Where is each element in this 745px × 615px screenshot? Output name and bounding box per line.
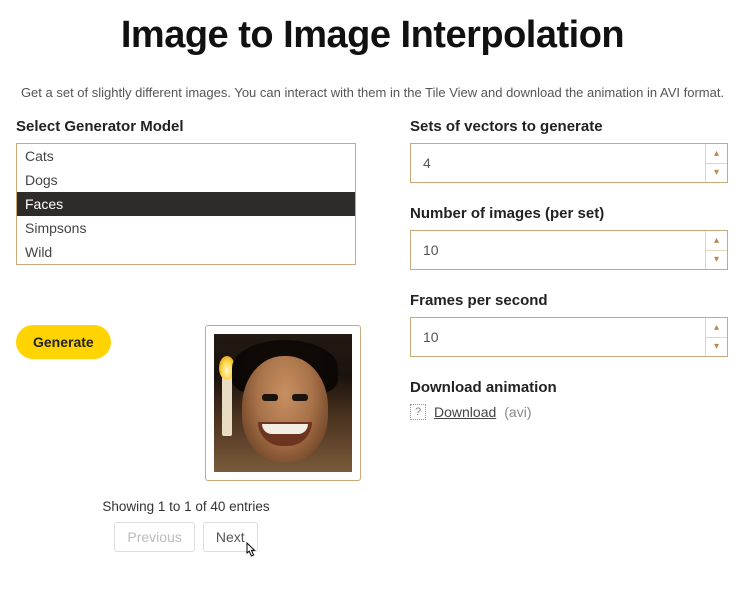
subtitle: Get a set of slightly different images. … bbox=[0, 85, 745, 100]
sets-input[interactable] bbox=[411, 144, 705, 182]
sets-label: Sets of vectors to generate bbox=[410, 118, 729, 135]
generator-model-listbox[interactable]: CatsDogsFacesSimpsonsWild bbox=[16, 143, 356, 265]
generator-option-faces[interactable]: Faces bbox=[17, 192, 355, 216]
result-thumbnail-image bbox=[214, 334, 352, 472]
fps-label: Frames per second bbox=[410, 292, 729, 309]
fps-input[interactable] bbox=[411, 318, 705, 356]
images-step-down[interactable]: ▾ bbox=[706, 251, 727, 270]
entries-info-label: Showing 1 to 1 of 40 entries bbox=[16, 499, 356, 514]
generator-model-label: Select Generator Model bbox=[16, 118, 356, 135]
fps-input-wrap: ▴ ▾ bbox=[410, 317, 728, 357]
next-button[interactable]: Next bbox=[203, 522, 258, 552]
sets-step-up[interactable]: ▴ bbox=[706, 144, 727, 164]
sets-input-wrap: ▴ ▾ bbox=[410, 143, 728, 183]
images-input[interactable] bbox=[411, 231, 705, 269]
download-link[interactable]: Download bbox=[434, 404, 496, 420]
previous-button[interactable]: Previous bbox=[114, 522, 194, 552]
download-label: Download animation bbox=[410, 379, 729, 396]
download-help-icon[interactable]: ? bbox=[410, 404, 426, 420]
fps-step-down[interactable]: ▾ bbox=[706, 338, 727, 357]
generator-option-cats[interactable]: Cats bbox=[17, 144, 355, 168]
page-title: Image to Image Interpolation bbox=[0, 14, 745, 57]
fps-step-up[interactable]: ▴ bbox=[706, 318, 727, 338]
generator-option-dogs[interactable]: Dogs bbox=[17, 168, 355, 192]
sets-step-down[interactable]: ▾ bbox=[706, 164, 727, 183]
generate-button[interactable]: Generate bbox=[16, 325, 111, 359]
result-thumbnail-frame[interactable] bbox=[205, 325, 361, 481]
cursor-hand-icon bbox=[243, 542, 259, 565]
pager: Previous Next bbox=[16, 522, 356, 552]
download-ext-label: (avi) bbox=[504, 404, 531, 420]
next-button-label: Next bbox=[216, 529, 245, 545]
generator-option-wild[interactable]: Wild bbox=[17, 240, 355, 264]
images-label: Number of images (per set) bbox=[410, 205, 729, 222]
generator-option-simpsons[interactable]: Simpsons bbox=[17, 216, 355, 240]
images-input-wrap: ▴ ▾ bbox=[410, 230, 728, 270]
images-step-up[interactable]: ▴ bbox=[706, 231, 727, 251]
